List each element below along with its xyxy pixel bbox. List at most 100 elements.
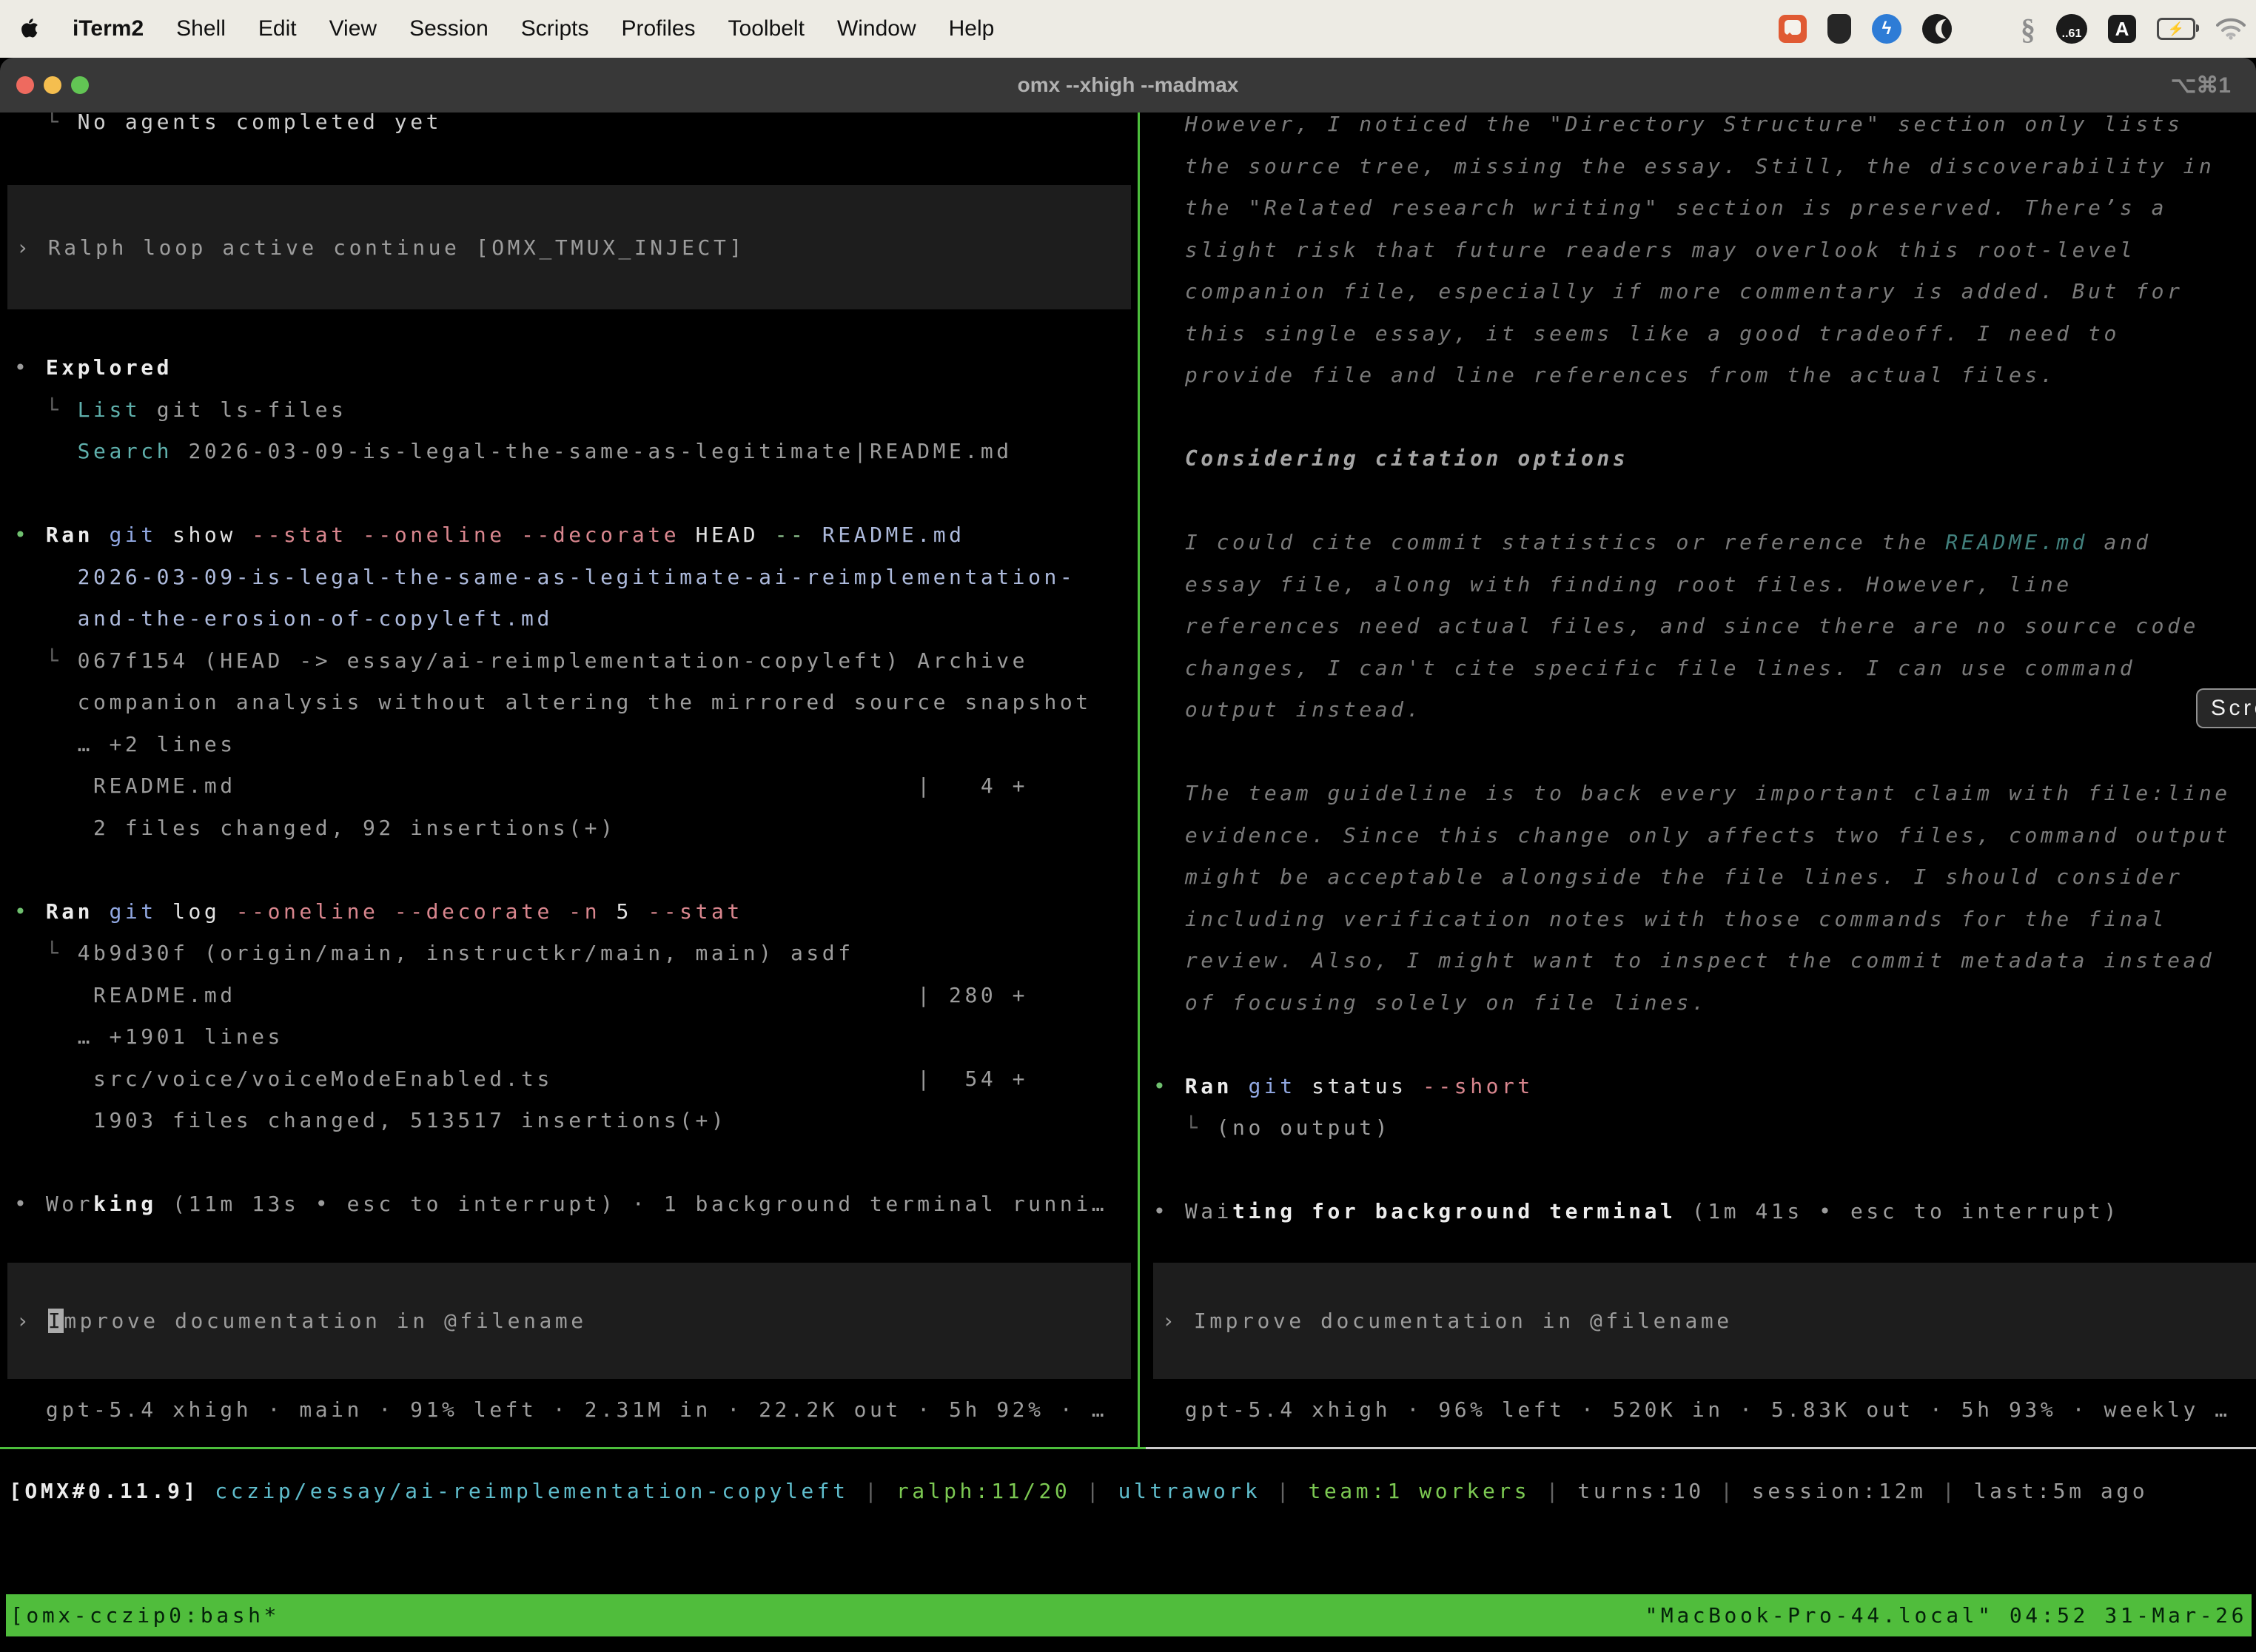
terminal-line — [14, 473, 1133, 515]
text-segment: 5 — [600, 899, 632, 924]
text-segment: turns:10 — [1577, 1479, 1704, 1503]
menu-item-window[interactable]: Window — [837, 16, 916, 41]
text-segment: gpt-5.4 xhigh · 96% left · 520K in · 5.8… — [1153, 1397, 2231, 1422]
menu-item-view[interactable]: View — [329, 16, 377, 41]
text-segment: --short — [1407, 1074, 1534, 1098]
terminal-line: 1903 files changed, 513517 insertions(+) — [14, 1100, 1133, 1142]
terminal-line — [1153, 731, 2256, 773]
shield-keyboard-icon[interactable] — [1827, 14, 1851, 44]
tmux-host-clock: "MacBook-Pro-44.local" 04:52 31-Mar-26 — [1645, 1603, 2247, 1628]
text-segment: references need actual files, and since … — [1153, 614, 2199, 638]
terminal-line: • Waiting for background terminal (1m 41… — [1153, 1191, 2256, 1233]
text-segment: ralph:11/20 — [896, 1479, 1070, 1503]
tmux-session-name[interactable]: [omx-cczip0:bash* — [10, 1603, 280, 1628]
s-curve-icon[interactable]: § — [2021, 12, 2035, 47]
text-segment: └ — [14, 397, 78, 422]
text-segment: might be acceptable alongside the file l… — [1153, 864, 2183, 889]
text-segment: | — [1070, 1479, 1118, 1503]
menu-items: iTerm2 Shell Edit View Session Scripts P… — [0, 16, 994, 41]
window-title: omx --xhigh --madmax — [0, 58, 2256, 113]
menu-item-scripts[interactable]: Scripts — [521, 16, 589, 41]
left-model-status: gpt-5.4 xhigh · main · 91% left · 2.31M … — [14, 1389, 1133, 1431]
terminal-line: The team guideline is to back every impo… — [1153, 773, 2256, 815]
text-segment: [OMX#0.11.9] — [9, 1479, 199, 1503]
menu-item-iterm2[interactable]: iTerm2 — [73, 16, 144, 41]
tooltip-text: Scre — [2211, 696, 2256, 721]
keyboard-a-icon[interactable]: A — [2108, 15, 2136, 43]
text-segment: No agents completed yet — [78, 113, 442, 134]
terminal-line: the source tree, missing the essay. Stil… — [1153, 146, 2256, 188]
terminal-line: the "Related research writing" section i… — [1153, 187, 2256, 229]
text-segment: | — [1705, 1479, 1752, 1503]
right-pane-border — [1146, 1447, 2256, 1449]
apple-icon[interactable] — [19, 17, 40, 41]
terminal-line: essay file, along with finding root file… — [1153, 564, 2256, 606]
title-bar[interactable]: omx --xhigh --madmax ⌥⌘1 — [0, 58, 2256, 113]
terminal-line — [1153, 1149, 2256, 1192]
terminal-content: └ No agents completed yet › Ralph loop a… — [0, 113, 2256, 1652]
terminal-line: I could cite commit statistics or refere… — [1153, 522, 2256, 564]
right-input-text: Improve documentation in @filename — [1194, 1309, 1733, 1333]
right-prompt-input[interactable]: › Improve documentation in @filename — [1153, 1263, 2256, 1379]
terminal-line — [1153, 397, 2256, 439]
text-segment: of focusing solely on file lines. — [1153, 990, 1708, 1015]
text-segment: | — [1260, 1479, 1308, 1503]
dots-grid-icon[interactable] — [1973, 16, 2000, 43]
terminal-line: 2 files changed, 92 insertions(+) — [14, 807, 1133, 850]
menu-item-edit[interactable]: Edit — [258, 16, 297, 41]
menu-item-session[interactable]: Session — [409, 16, 489, 41]
text-segment: log — [157, 899, 221, 924]
text-segment: changes, I can't cite specific file line… — [1153, 656, 2135, 680]
text-segment: … +1901 lines — [14, 1024, 283, 1049]
menu-item-toolbelt[interactable]: Toolbelt — [728, 16, 805, 41]
text-segment: evidence. Since this change only affects… — [1153, 823, 2231, 847]
menu-item-shell[interactable]: Shell — [176, 16, 226, 41]
pane-divider[interactable] — [1138, 113, 1140, 1447]
terminal-line: evidence. Since this change only affects… — [1153, 815, 2256, 857]
text-segment: Ran — [46, 899, 93, 924]
pie-icon[interactable] — [1922, 14, 1952, 44]
gauge-icon[interactable]: ..61 — [2056, 14, 2087, 44]
text-segment: team:1 workers — [1308, 1479, 1530, 1503]
text-segment: … +2 lines — [14, 732, 236, 756]
screen: iTerm2 Shell Edit View Session Scripts P… — [0, 0, 2256, 1652]
text-segment: • — [14, 355, 46, 380]
terminal-line: Considering citation options — [1153, 438, 2256, 480]
prompt-chevron: › — [16, 1309, 48, 1333]
text-segment: session:12m — [1752, 1479, 1926, 1503]
right-pane-log: However, I noticed the "Directory Struct… — [1153, 113, 2256, 1233]
blue-badge-icon[interactable]: ϟ — [1872, 14, 1901, 44]
left-prompt-input[interactable]: › Improve documentation in @filename — [7, 1263, 1131, 1379]
text-segment: gpt-5.4 xhigh · main · 91% left · 2.31M … — [14, 1397, 1107, 1422]
menu-item-profiles[interactable]: Profiles — [621, 16, 695, 41]
terminal-line: └ 067f154 (HEAD -> essay/ai-reimplementa… — [14, 640, 1133, 682]
text-segment: I could cite commit statistics or refere… — [1153, 530, 1945, 554]
chat-icon[interactable] — [1779, 15, 1807, 43]
text-segment: However, I noticed the "Directory Struct… — [1153, 113, 2183, 136]
terminal-line: • Working (11m 13s • esc to interrupt) ·… — [14, 1183, 1133, 1226]
terminal-line: and-the-erosion-of-copyleft.md — [14, 598, 1133, 640]
text-segment: --oneline --decorate -n — [220, 899, 600, 924]
text-segment: --stat --oneline --decorate — [236, 523, 679, 547]
terminal-line: output instead. — [1153, 689, 2256, 731]
terminal-line: slight risk that future readers may over… — [1153, 229, 2256, 272]
menu-item-help[interactable]: Help — [949, 16, 995, 41]
text-segment: The team guideline is to back every impo… — [1153, 781, 2231, 805]
text-segment: └ — [14, 941, 78, 965]
text-segment: companion analysis without altering the … — [14, 690, 1092, 714]
terminal-line: companion analysis without altering the … — [14, 682, 1133, 724]
battery-charging-icon[interactable]: ⚡ — [2157, 18, 2195, 40]
ralph-inject-box[interactable]: › Ralph loop active continue [OMX_TMUX_I… — [7, 185, 1131, 309]
text-segment: 1903 files changed, 513517 insertions(+) — [14, 1108, 727, 1132]
wifi-icon[interactable] — [2216, 18, 2246, 40]
terminal-line: gpt-5.4 xhigh · 96% left · 520K in · 5.8… — [1153, 1389, 2256, 1431]
terminal-line: review. Also, I might want to inspect th… — [1153, 940, 2256, 982]
terminal-line: might be acceptable alongside the file l… — [1153, 856, 2256, 899]
terminal-line: including verification notes with those … — [1153, 899, 2256, 941]
iterm-window: omx --xhigh --madmax ⌥⌘1 └ No agents com… — [0, 58, 2256, 1652]
terminal-line: changes, I can't cite specific file line… — [1153, 648, 2256, 690]
terminal-line: src/voice/voiceModeEnabled.ts | 54 + — [14, 1058, 1133, 1101]
text-segment: and-the-erosion-of-copyleft.md — [14, 606, 553, 631]
text-segment: • Wai — [1153, 1199, 1232, 1223]
terminal-line: • Ran git status --short — [1153, 1066, 2256, 1108]
